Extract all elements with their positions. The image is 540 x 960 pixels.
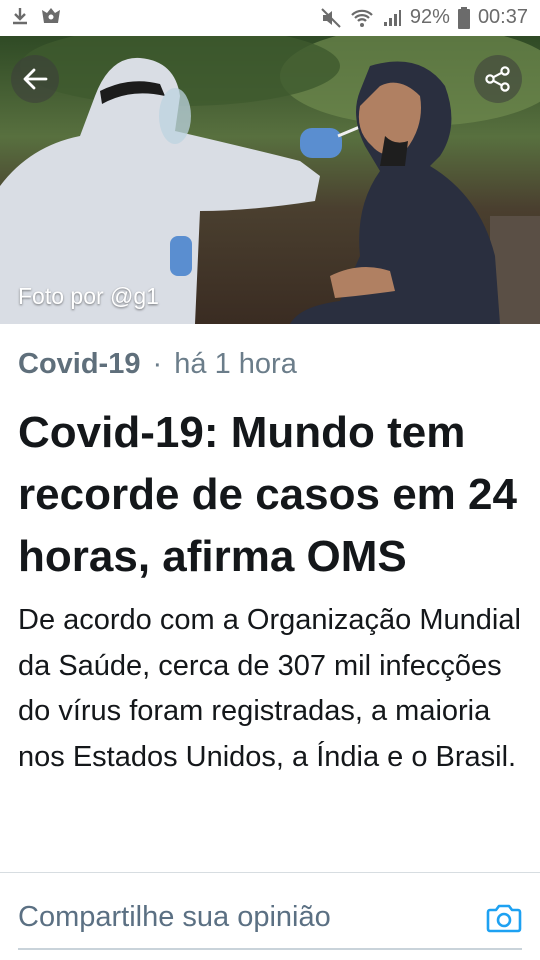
back-button[interactable]	[11, 55, 59, 103]
photo-credit: Foto por @g1	[18, 283, 159, 309]
download-icon	[10, 6, 30, 26]
hero-image: Foto por @g1	[0, 36, 540, 324]
reply-composer[interactable]: Compartilhe sua opinião	[18, 883, 522, 950]
opinion-input[interactable]: Compartilhe sua opinião	[18, 901, 331, 934]
app-icon	[40, 6, 62, 26]
status-bar: 92% 00:37	[0, 0, 540, 36]
share-icon	[485, 66, 510, 92]
wifi-icon	[350, 7, 374, 29]
meta-separator: ·	[152, 348, 163, 380]
article-headline: Covid-19: Mundo tem recorde de casos em …	[18, 408, 517, 581]
status-time: 00:37	[477, 6, 528, 28]
article-summary: De acordo com a Organização Mundial da S…	[18, 604, 521, 773]
status-bar-left	[10, 6, 62, 26]
hero-photo	[0, 36, 540, 324]
share-button[interactable]	[474, 55, 522, 103]
status-bar-right: 92% 00:37	[320, 6, 528, 29]
back-arrow-icon	[23, 68, 48, 90]
article-timestamp: há 1 hora	[174, 348, 297, 380]
mute-icon	[320, 7, 342, 29]
battery-percent: 92%	[409, 6, 450, 28]
signal-icon	[382, 8, 402, 28]
article-category[interactable]: Covid-19	[18, 348, 140, 380]
divider	[0, 872, 540, 873]
battery-icon	[457, 6, 470, 29]
input-underline	[18, 948, 522, 950]
camera-button[interactable]	[486, 901, 522, 935]
camera-icon	[486, 904, 522, 933]
article-meta: Covid-19 · há 1 hora	[18, 348, 297, 381]
